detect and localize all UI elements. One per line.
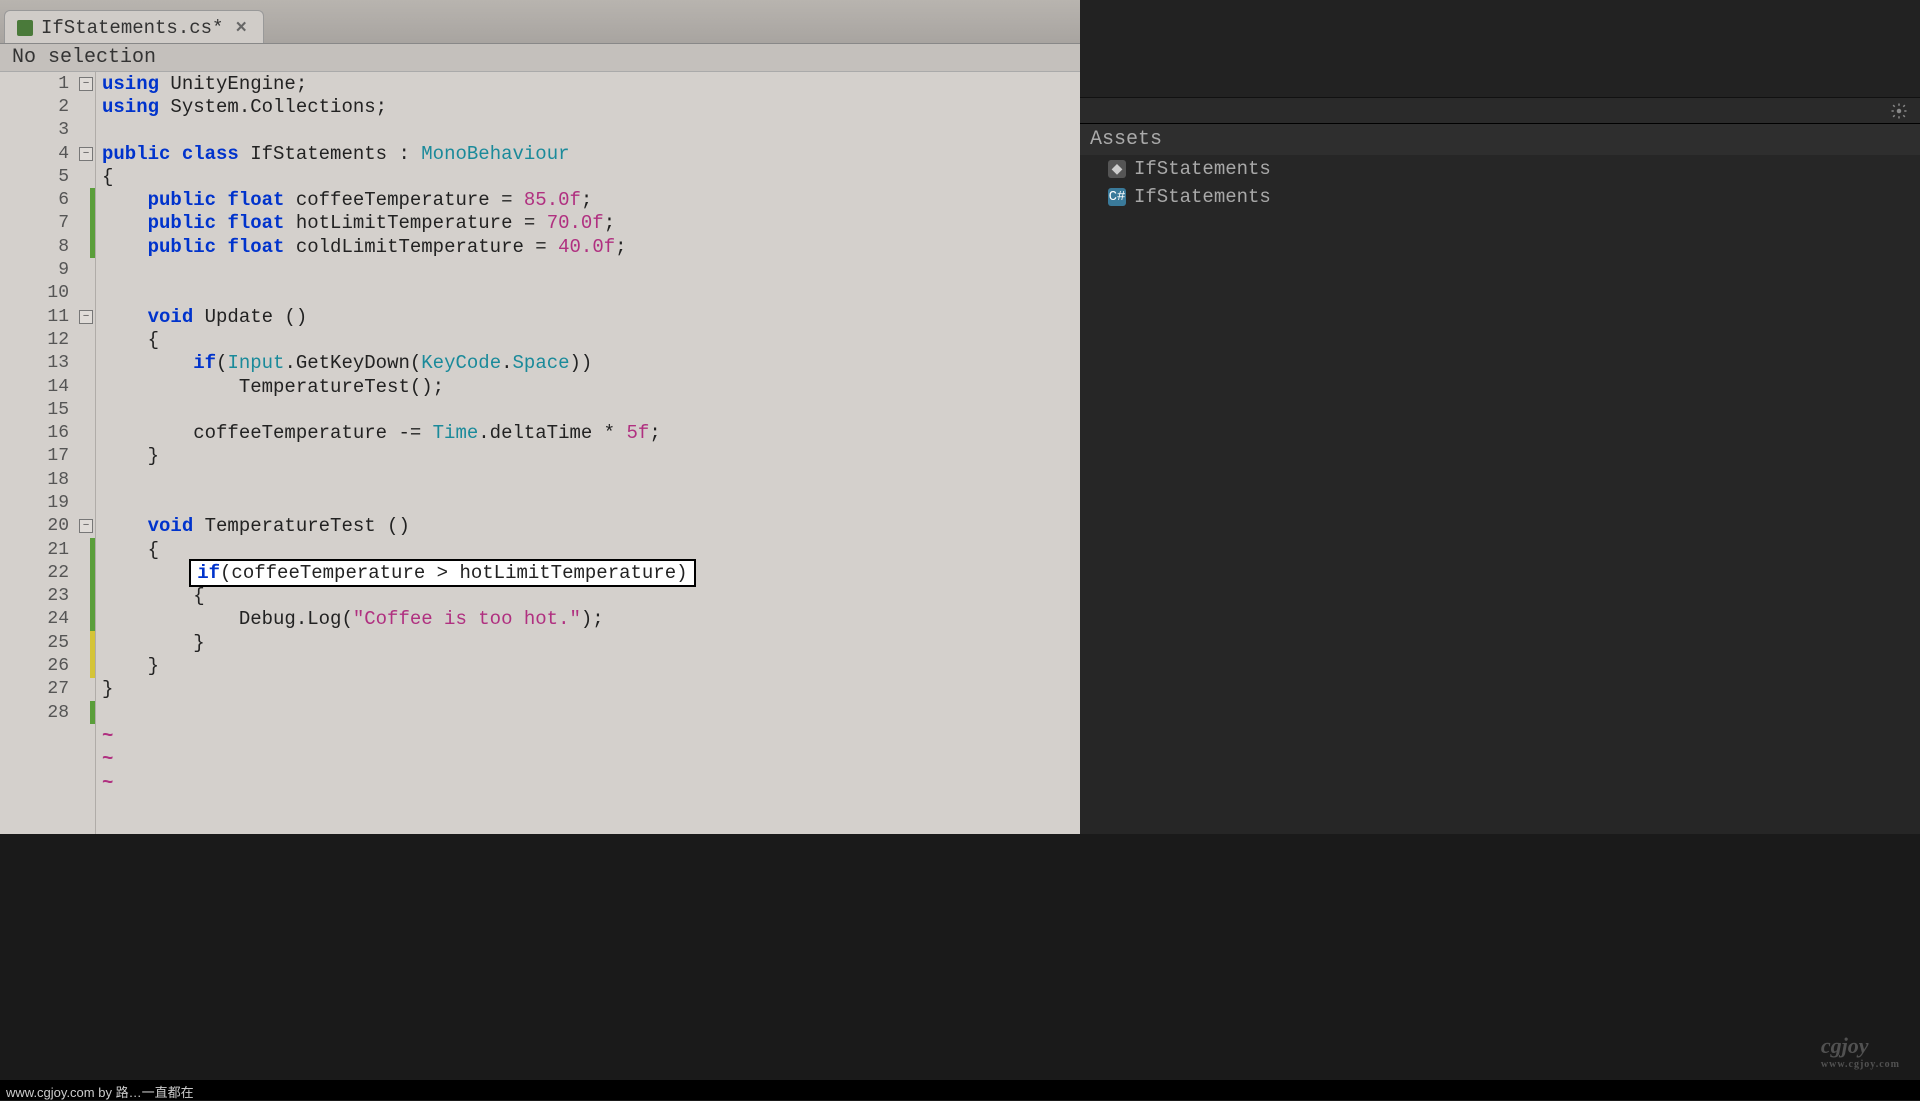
tab-bar: IfStatements.cs* × — [0, 0, 1080, 44]
line-number: 23 — [47, 586, 89, 606]
gutter-line: 13 — [0, 352, 95, 375]
gutter-line: 3 — [0, 119, 95, 142]
change-marker — [90, 538, 95, 561]
watermark: cgjoy www.cgjoy.com — [1821, 1033, 1900, 1070]
unity-prefab-icon: ◆ — [1108, 160, 1126, 178]
line-number: 2 — [58, 97, 89, 117]
close-tab-icon[interactable]: × — [231, 17, 250, 39]
line-number: 27 — [47, 679, 89, 699]
gutter-line: 8 — [0, 235, 95, 258]
line-number: 19 — [47, 493, 89, 513]
change-marker — [90, 631, 95, 654]
asset-item-prefab[interactable]: ◆ IfStatements — [1080, 155, 1920, 183]
gutter-line: 22 — [0, 561, 95, 584]
line-number: 25 — [47, 633, 89, 653]
gutter-line: 9 — [0, 258, 95, 281]
line-number: 5 — [58, 167, 89, 187]
gutter: 1−234−567891011−121314151617181920−21222… — [0, 72, 96, 834]
line-number: 12 — [47, 330, 89, 350]
gutter-line: 5 — [0, 165, 95, 188]
gutter-line: 6 — [0, 188, 95, 211]
line-number: 9 — [58, 260, 89, 280]
file-tab[interactable]: IfStatements.cs* × — [4, 10, 264, 43]
line-number: 6 — [58, 190, 89, 210]
csharp-file-icon — [17, 20, 33, 36]
gutter-line: 7 — [0, 212, 95, 235]
line-number: 10 — [47, 283, 89, 303]
tab-filename: IfStatements.cs* — [41, 17, 223, 39]
gutter-line: 21 — [0, 538, 95, 561]
fold-toggle-icon[interactable]: − — [79, 519, 93, 533]
change-marker — [90, 235, 95, 258]
highlighted-line: if(coffeeTemperature > hotLimitTemperatu… — [189, 559, 695, 587]
change-marker — [90, 561, 95, 584]
csharp-script-icon: C# — [1108, 188, 1126, 206]
change-marker — [90, 701, 95, 724]
fold-toggle-icon[interactable]: − — [79, 147, 93, 161]
gutter-line: 2 — [0, 95, 95, 118]
fold-toggle-icon[interactable]: − — [79, 310, 93, 324]
code-container: 1−234−567891011−121314151617181920−21222… — [0, 72, 1080, 834]
gutter-line: 12 — [0, 328, 95, 351]
gutter-line: 14 — [0, 375, 95, 398]
gutter-line: 23 — [0, 585, 95, 608]
code-editor-panel: IfStatements.cs* × No selection 1−234−56… — [0, 0, 1080, 834]
line-number: 7 — [58, 213, 89, 233]
line-number: 13 — [47, 353, 89, 373]
line-number: 15 — [47, 400, 89, 420]
gutter-line: 26 — [0, 654, 95, 677]
search-options-icon[interactable] — [1890, 102, 1908, 120]
change-marker — [90, 188, 95, 211]
line-number: 3 — [58, 120, 89, 140]
line-number: 18 — [47, 470, 89, 490]
fold-toggle-icon[interactable]: − — [79, 77, 93, 91]
change-marker — [90, 654, 95, 677]
gutter-line: 11− — [0, 305, 95, 328]
gutter-line: 20− — [0, 515, 95, 538]
asset-label: IfStatements — [1134, 186, 1271, 208]
asset-item-script[interactable]: C# IfStatements — [1080, 183, 1920, 211]
gutter-line: 18 — [0, 468, 95, 491]
line-number: 8 — [58, 237, 89, 257]
code-body[interactable]: using UnityEngine; using System.Collecti… — [96, 72, 1080, 834]
gutter-line: 19 — [0, 491, 95, 514]
unity-panel: Assets ◆ IfStatements C# IfStatements — [1080, 0, 1920, 834]
gutter-line: 25 — [0, 631, 95, 654]
change-marker — [90, 608, 95, 631]
line-number: 24 — [47, 609, 89, 629]
gutter-line: 24 — [0, 608, 95, 631]
gutter-line: 27 — [0, 678, 95, 701]
gutter-line: 10 — [0, 282, 95, 305]
gutter-line: 16 — [0, 421, 95, 444]
line-number: 17 — [47, 446, 89, 466]
line-number: 22 — [47, 563, 89, 583]
breadcrumb-bar[interactable]: No selection — [0, 44, 1080, 72]
footer-text: www.cgjoy.com by 路…一直都在 — [0, 1080, 1920, 1100]
gutter-line: 28 — [0, 701, 95, 724]
line-number: 16 — [47, 423, 89, 443]
line-number: 26 — [47, 656, 89, 676]
change-marker — [90, 585, 95, 608]
inspector-area — [1080, 0, 1920, 98]
line-number: 14 — [47, 377, 89, 397]
asset-label: IfStatements — [1134, 158, 1271, 180]
project-search-bar[interactable] — [1080, 98, 1920, 124]
gutter-line: 4− — [0, 142, 95, 165]
assets-header[interactable]: Assets — [1080, 124, 1920, 155]
gutter-line: 15 — [0, 398, 95, 421]
change-marker — [90, 212, 95, 235]
gutter-line: 1− — [0, 72, 95, 95]
gutter-line: 17 — [0, 445, 95, 468]
line-number: 28 — [47, 703, 89, 723]
line-number: 21 — [47, 540, 89, 560]
